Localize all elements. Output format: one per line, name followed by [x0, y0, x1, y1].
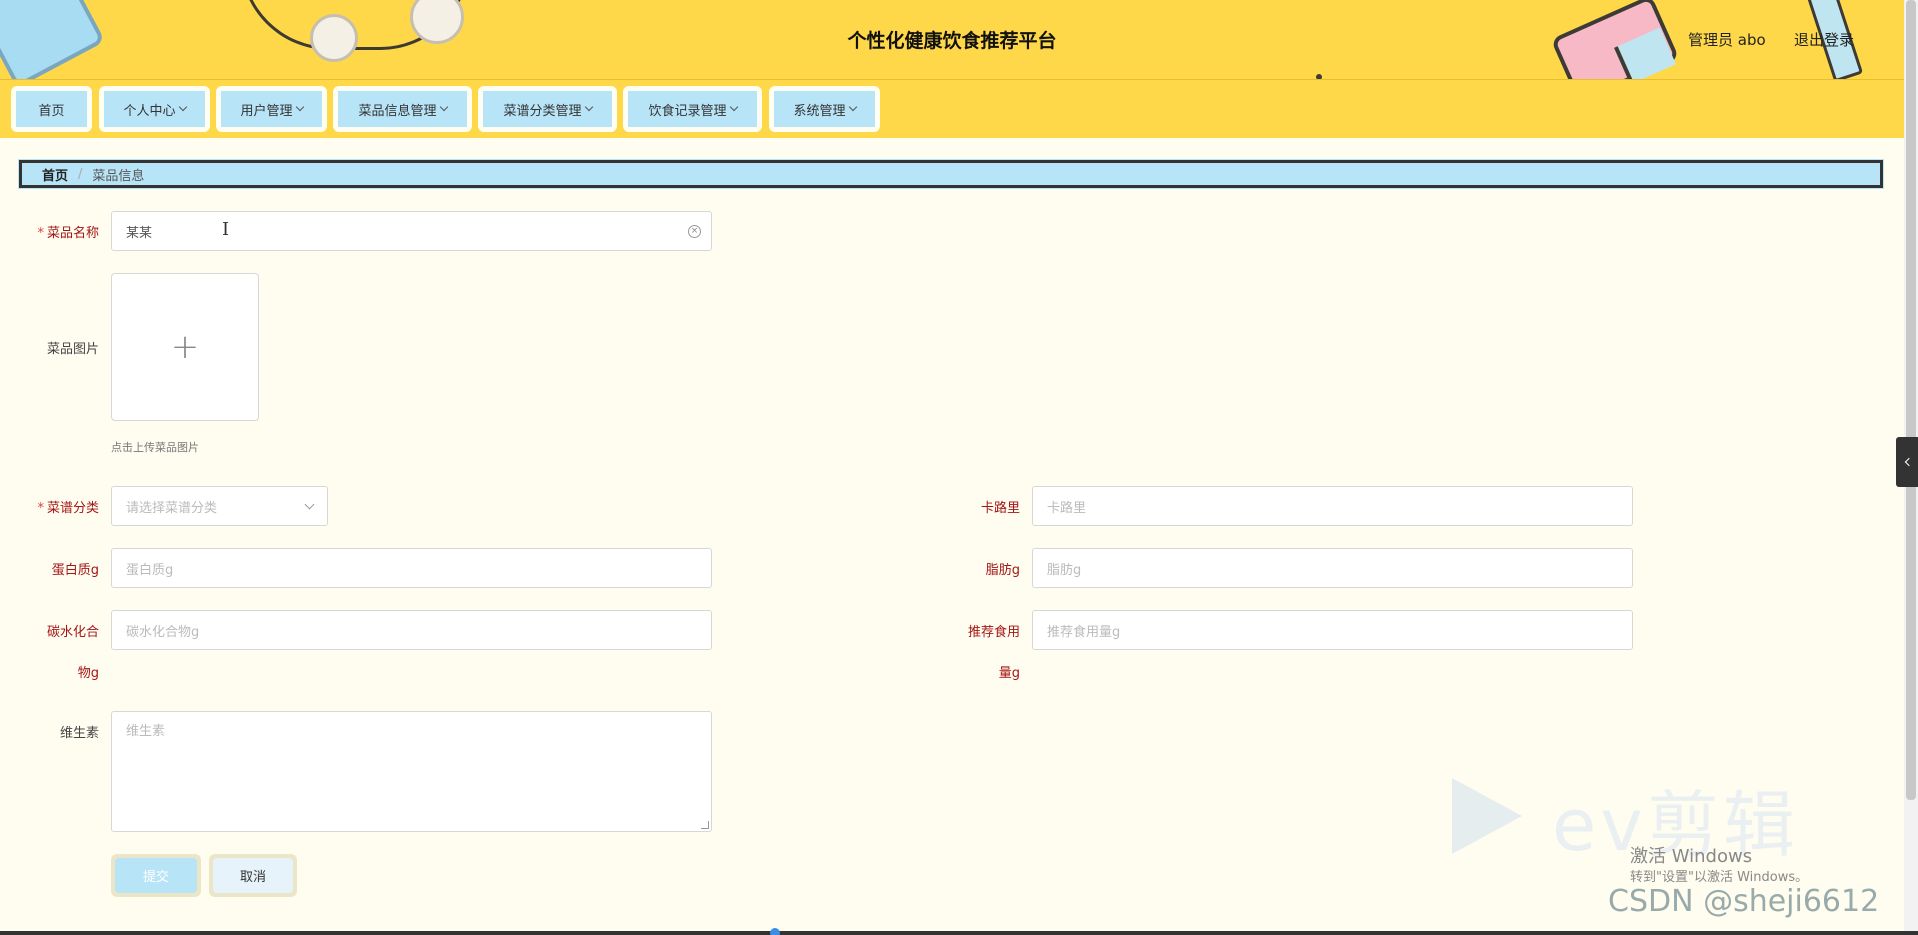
windows-activate-title: 激活 Windows — [1630, 846, 1753, 867]
chevron-down-icon — [178, 102, 187, 112]
fat-placeholder: 脂肪g — [1047, 562, 1082, 578]
nav-item-user-management[interactable]: 用户管理 — [216, 86, 327, 132]
status-dot — [770, 928, 780, 935]
csdn-watermark: CSDN @sheji6612 — [1608, 884, 1880, 919]
fat-label: 脂肪g — [985, 563, 1020, 578]
windows-activate-subtitle: 转到"设置"以激活 Windows。 — [1630, 870, 1809, 885]
chevron-down-icon — [304, 499, 315, 510]
nav-item-recipe-category[interactable]: 菜谱分类管理 — [478, 86, 617, 132]
dish-name-label: * 菜品名称 — [20, 222, 99, 241]
recipe-category-label-text: 菜谱分类 — [46, 501, 99, 516]
dish-name-label-text: 菜品名称 — [46, 226, 99, 241]
cancel-button-wrap: 取消 — [209, 854, 297, 897]
recommended-label-line1: 推荐食用 — [967, 625, 1020, 640]
chevron-down-icon — [295, 102, 304, 112]
vitamin-label: 维生素 — [59, 726, 99, 741]
breadcrumb: 首页 / 菜品信息 — [19, 160, 1883, 188]
recipe-category-label: * 菜谱分类 — [20, 497, 99, 516]
required-mark: * — [37, 226, 44, 241]
chevron-down-icon — [848, 102, 857, 112]
protein-label: 蛋白质g — [51, 563, 99, 578]
calories-input[interactable]: 卡路里 — [1032, 486, 1633, 526]
breadcrumb-separator: / — [78, 166, 83, 182]
nav-item-diet-record[interactable]: 饮食记录管理 — [623, 86, 762, 132]
nav-item-personal-center[interactable]: 个人中心 — [99, 86, 210, 132]
fat-input[interactable]: 脂肪g — [1032, 548, 1633, 588]
ev-logo-icon — [1452, 778, 1522, 854]
scrollbar-thumb[interactable] — [1906, 0, 1916, 800]
nav-item-label: 用户管理 — [240, 103, 293, 119]
nav-item-label: 个人中心 — [123, 103, 176, 119]
dish-name-input[interactable]: 某某 × — [111, 211, 712, 251]
upload-hint: 点击上传菜品图片 — [111, 441, 199, 454]
nav-item-label: 首页 — [38, 103, 65, 119]
nav-item-home[interactable]: 首页 — [11, 86, 92, 132]
user-label: 管理员 abo — [1688, 31, 1766, 49]
required-mark: * — [37, 501, 44, 516]
breadcrumb-home[interactable]: 首页 — [42, 165, 68, 184]
vitamin-placeholder: 维生素 — [126, 724, 166, 739]
breadcrumb-current: 菜品信息 — [92, 168, 145, 184]
resize-handle-icon[interactable] — [701, 821, 709, 829]
recommended-input[interactable]: 推荐食用量g — [1032, 610, 1633, 650]
recommended-placeholder: 推荐食用量g — [1047, 624, 1121, 640]
carbs-label-line1: 碳水化合 — [46, 625, 99, 640]
top-header: 个性化健康饮食推荐平台 管理员 abo 退出登录 — [0, 0, 1904, 80]
text-cursor-icon: I — [222, 219, 230, 240]
nav-item-label: 饮食记录管理 — [648, 103, 727, 119]
calories-label: 卡路里 — [980, 501, 1020, 516]
submit-button[interactable]: 提交 — [115, 858, 197, 893]
carbs-input[interactable]: 碳水化合物g — [111, 610, 712, 650]
side-panel-toggle[interactable] — [1896, 437, 1918, 487]
plus-icon: + — [170, 327, 200, 367]
nav-item-label: 菜谱分类管理 — [503, 103, 582, 119]
page-title: 个性化健康饮食推荐平台 — [847, 30, 1057, 52]
protein-placeholder: 蛋白质g — [126, 562, 174, 578]
recipe-category-select[interactable]: 请选择菜谱分类 — [111, 486, 328, 526]
recommended-label-line2: 量g — [998, 666, 1020, 681]
carbs-placeholder: 碳水化合物g — [126, 624, 200, 640]
vitamin-textarea[interactable]: 维生素 — [111, 711, 712, 832]
logout-button[interactable]: 退出登录 — [1794, 29, 1854, 50]
calories-placeholder: 卡路里 — [1047, 500, 1087, 516]
dish-name-value: 某某 — [126, 225, 153, 241]
chevron-down-icon — [439, 102, 448, 112]
chevron-left-icon — [1904, 457, 1913, 467]
recipe-category-placeholder: 请选择菜谱分类 — [126, 500, 218, 516]
top-nav: 首页 个人中心 用户管理 菜品信息管理 菜谱分类管理 饮食记录管理 系统管理 — [0, 80, 1904, 138]
protein-input[interactable]: 蛋白质g — [111, 548, 712, 588]
carbs-label-line2: 物g — [77, 666, 99, 681]
chevron-down-icon — [729, 102, 738, 112]
bottom-bar — [0, 931, 1918, 935]
submit-button-wrap: 提交 — [111, 854, 201, 897]
dish-image-label: 菜品图片 — [46, 342, 99, 357]
clear-icon[interactable]: × — [688, 225, 701, 238]
nav-item-label: 菜品信息管理 — [358, 103, 437, 119]
nav-item-dish-management[interactable]: 菜品信息管理 — [333, 86, 472, 132]
nav-item-label: 系统管理 — [793, 103, 846, 119]
cancel-button[interactable]: 取消 — [213, 858, 293, 893]
image-upload-box[interactable]: + — [111, 273, 259, 421]
nav-item-system-management[interactable]: 系统管理 — [769, 86, 880, 132]
chevron-down-icon — [584, 102, 593, 112]
